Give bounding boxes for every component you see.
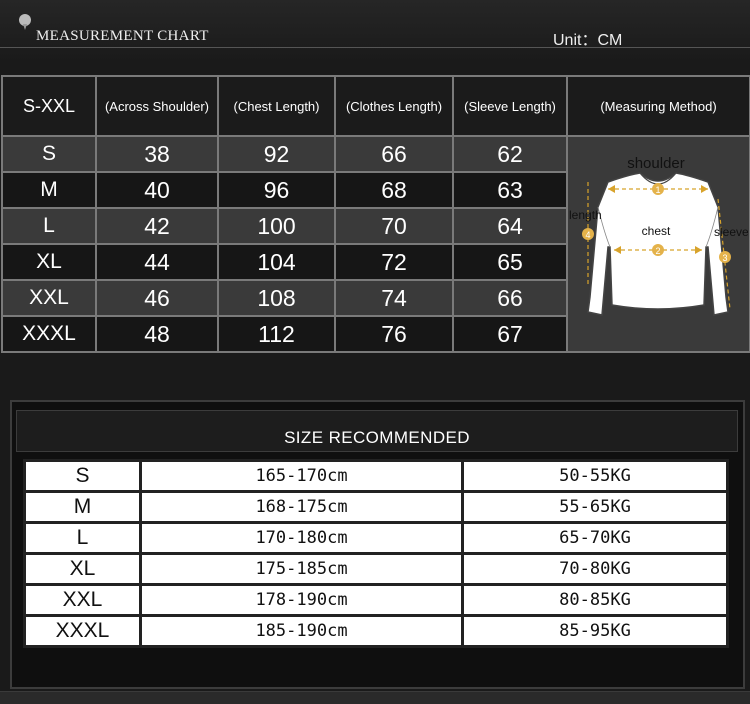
sleeve-cell: 63: [452, 171, 568, 209]
size-recommended-header: SIZE RECOMMENDED: [16, 410, 738, 452]
chest-cell: 112: [217, 315, 336, 353]
sleeve-header: (Sleeve Length): [452, 75, 568, 137]
weight-cell: 80-85KG: [461, 583, 729, 617]
size-cell: S: [1, 135, 97, 173]
table-row: XXL 178-190cm 80-85KG: [23, 583, 729, 617]
height-cell: 175-185cm: [139, 552, 464, 586]
length-cell: 68: [334, 171, 454, 209]
marker-2-label: 2: [655, 246, 660, 256]
chest-cell: 100: [217, 207, 336, 245]
table-row: S 165-170cm 50-55KG: [23, 459, 729, 493]
table-row: XXXL 185-190cm 85-95KG: [23, 614, 729, 648]
chest-cell: 96: [217, 171, 336, 209]
shoulder-cell: 38: [95, 135, 219, 173]
chest-cell: 92: [217, 135, 336, 173]
length-cell: 74: [334, 279, 454, 317]
sleeve-cell: 65: [452, 243, 568, 281]
sleeve-cell: 67: [452, 315, 568, 353]
chest-cell: 108: [217, 279, 336, 317]
marker-3-label: 3: [722, 253, 727, 263]
measurement-header-row: S-XXL (Across Shoulder) (Chest Length) (…: [1, 75, 750, 137]
length-cell: 72: [334, 243, 454, 281]
chart-title: MEASUREMENT CHART: [36, 28, 209, 44]
sleeve-cell: 66: [452, 279, 568, 317]
weight-cell: 70-80KG: [461, 552, 729, 586]
sleeve-label: sleeve: [714, 225, 748, 239]
clothes-length-header: (Clothes Length): [334, 75, 454, 137]
weight-cell: 50-55KG: [461, 459, 729, 493]
size-cell: M: [23, 490, 142, 524]
weight-cell: 65-70KG: [461, 521, 729, 555]
size-cell: M: [1, 171, 97, 209]
size-cell: XXL: [23, 583, 142, 617]
height-cell: 168-175cm: [139, 490, 464, 524]
size-cell: S: [23, 459, 142, 493]
length-label: length: [569, 208, 602, 222]
size-cell: XL: [1, 243, 97, 281]
header-divider: [0, 47, 750, 48]
height-cell: 170-180cm: [139, 521, 464, 555]
shoulder-cell: 40: [95, 171, 219, 209]
table-row: M 168-175cm 55-65KG: [23, 490, 729, 524]
method-header: (Measuring Method): [566, 75, 750, 137]
pin-icon: [19, 14, 31, 26]
shoulder-cell: 46: [95, 279, 219, 317]
size-recommended-title: SIZE RECOMMENDED: [284, 428, 470, 447]
size-cell: XXL: [1, 279, 97, 317]
sleeve-cell: 62: [452, 135, 568, 173]
size-cell: XL: [23, 552, 142, 586]
measurement-table: S-XXL (Across Shoulder) (Chest Length) (…: [1, 75, 750, 353]
weight-cell: 85-95KG: [461, 614, 729, 648]
shoulder-cell: 44: [95, 243, 219, 281]
size-cell: L: [23, 521, 142, 555]
length-cell: 76: [334, 315, 454, 353]
shirt-diagram: 1 2 3 4 shoulder length chest sleeve: [569, 155, 748, 316]
marker-1-label: 1: [655, 185, 660, 195]
table-row: XL 175-185cm 70-80KG: [23, 552, 729, 586]
chest-label: chest: [642, 224, 671, 238]
height-cell: 165-170cm: [139, 459, 464, 493]
marker-4-label: 4: [585, 230, 590, 240]
shoulder-label: shoulder: [627, 155, 685, 172]
size-cell: XXXL: [23, 614, 142, 648]
header-bar: MEASUREMENT CHART Unit：CM: [0, 0, 750, 62]
size-recommended-table: S 165-170cm 50-55KG M 168-175cm 55-65KG …: [23, 459, 729, 648]
size-cell: L: [1, 207, 97, 245]
length-cell: 66: [334, 135, 454, 173]
length-cell: 70: [334, 207, 454, 245]
chest-cell: 104: [217, 243, 336, 281]
shoulder-header: (Across Shoulder): [95, 75, 219, 137]
shoulder-cell: 42: [95, 207, 219, 245]
weight-cell: 55-65KG: [461, 490, 729, 524]
chest-header: (Chest Length): [217, 75, 336, 137]
measuring-method-diagram: 1 2 3 4 shoulder length chest sleeve: [566, 135, 750, 353]
table-row: L 170-180cm 65-70KG: [23, 521, 729, 555]
sleeve-cell: 64: [452, 207, 568, 245]
shoulder-cell: 48: [95, 315, 219, 353]
size-cell: XXXL: [1, 315, 97, 353]
table-row: S 38 92 66 62 1 2 3 4 shoulder length ch…: [1, 135, 750, 353]
bottom-bar: [0, 691, 750, 704]
height-cell: 178-190cm: [139, 583, 464, 617]
height-cell: 185-190cm: [139, 614, 464, 648]
size-range-header: S-XXL: [1, 75, 97, 137]
